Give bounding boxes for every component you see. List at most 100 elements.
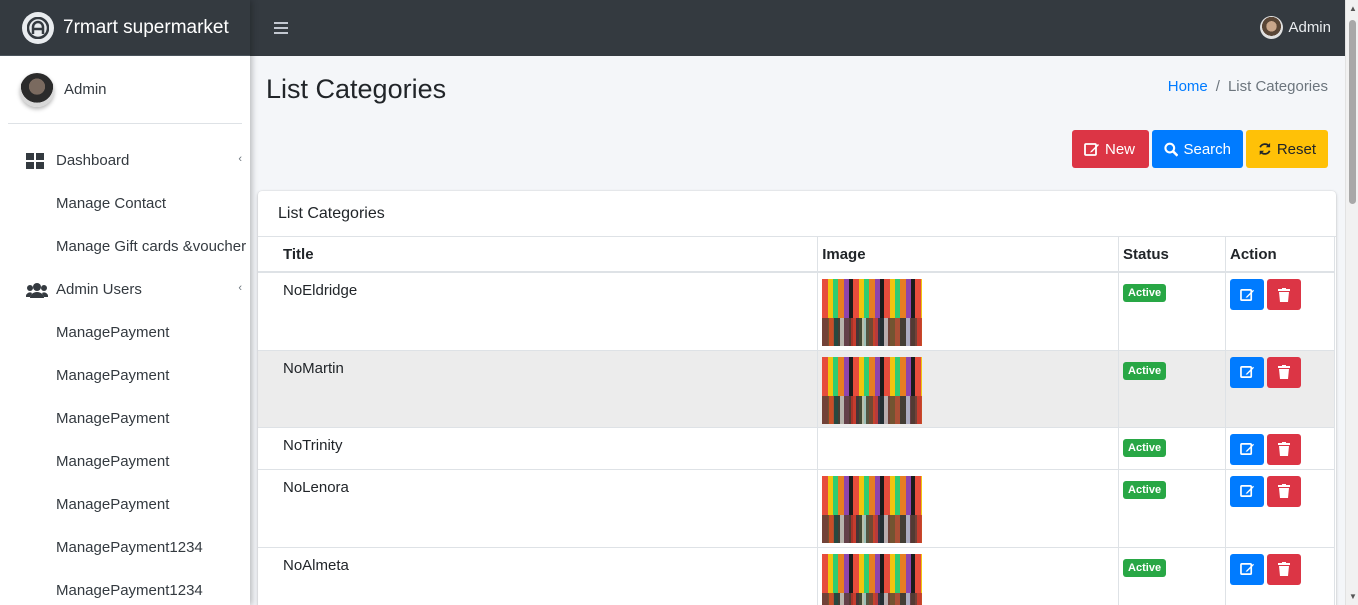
category-thumbnail: [822, 356, 923, 424]
row-image-cell: [817, 468, 1120, 547]
search-button[interactable]: Search: [1152, 130, 1243, 168]
sidebar-user-panel[interactable]: Admin: [8, 56, 242, 124]
sidebar-item-label: Manage Contact: [56, 195, 167, 212]
row-status-cell: Active: [1118, 271, 1226, 350]
breadcrumb-current: List Categories: [1227, 78, 1328, 95]
chevron-left-icon: ‹: [238, 153, 242, 165]
sidebar-item-manage-payment[interactable]: ManagePayment: [0, 354, 250, 397]
sidebar-item-label: Manage Gift cards &voucher: [56, 238, 247, 255]
status-badge[interactable]: Active: [1123, 438, 1167, 457]
breadcrumb-separator: /: [1215, 78, 1220, 95]
trash-icon: [1278, 287, 1290, 302]
users-icon: [26, 281, 48, 299]
row-title: NoLenora: [258, 468, 819, 547]
sidebar-nav: Dashboard ‹ Manage Contact Manage Gift c…: [0, 124, 250, 605]
status-badge[interactable]: Active: [1123, 284, 1167, 302]
edit-icon: [1239, 288, 1254, 301]
sidebar-item-manage-payment[interactable]: ManagePayment: [0, 483, 250, 526]
delete-button[interactable]: [1267, 433, 1301, 465]
scroll-down-arrow-icon[interactable]: ▼: [1349, 592, 1357, 601]
trash-icon: [1278, 562, 1290, 576]
table-row: NoAlmeta Active: [258, 546, 1335, 605]
row-action-cell: [1225, 426, 1335, 469]
sidebar-item-manage-payment-1234[interactable]: ManagePayment1234: [0, 569, 250, 605]
edit-button[interactable]: [1230, 356, 1264, 388]
edit-button[interactable]: [1230, 279, 1264, 310]
brand-link[interactable]: 7rmart supermarket: [0, 0, 250, 56]
column-header-status[interactable]: Status: [1118, 237, 1226, 273]
sidebar-item-manage-payment[interactable]: ManagePayment: [0, 311, 250, 354]
sidebar-user-name: Admin: [64, 81, 107, 98]
reset-button-label: Reset: [1276, 140, 1316, 158]
category-thumbnail: [822, 475, 923, 543]
table-row: NoEldridge Active: [258, 271, 1335, 350]
sidebar-item-manage-gift-cards[interactable]: Manage Gift cards &voucher: [0, 225, 250, 268]
table-header-row: Title Image Status Action: [258, 237, 1335, 273]
sidebar-item-manage-payment[interactable]: ManagePayment: [0, 440, 250, 483]
row-status-cell: Active: [1118, 468, 1226, 547]
edit-icon: [1239, 366, 1254, 378]
sidebar-item-label: ManagePayment: [56, 496, 170, 513]
edit-button[interactable]: [1230, 433, 1264, 465]
hamburger-menu-icon[interactable]: [274, 22, 288, 34]
table-row: NoLenora Active: [258, 468, 1335, 547]
new-button[interactable]: New: [1072, 130, 1149, 168]
status-badge[interactable]: Active: [1123, 361, 1167, 380]
brand-logo-icon: [22, 11, 54, 44]
row-status-cell: Active: [1118, 546, 1226, 605]
sidebar-item-manage-payment-1234[interactable]: ManagePayment1234: [0, 526, 250, 569]
sidebar-item-admin-users[interactable]: Admin Users ‹: [0, 268, 250, 311]
sidebar-item-label: ManagePayment: [56, 367, 170, 384]
category-thumbnail: [822, 553, 923, 605]
row-image-cell: [817, 349, 1120, 427]
row-status-cell: Active: [1118, 349, 1226, 427]
edit-button[interactable]: [1230, 475, 1264, 507]
column-header-title[interactable]: Title: [258, 237, 819, 273]
status-badge[interactable]: Active: [1123, 480, 1167, 499]
sidebar-item-manage-contact[interactable]: Manage Contact: [0, 182, 250, 225]
brand-name: 7rmart supermarket: [63, 16, 229, 38]
row-title: NoMartin: [258, 349, 819, 427]
new-button-label: New: [1105, 140, 1136, 158]
sidebar-item-label: ManagePayment: [56, 324, 170, 341]
top-navbar: Admin: [250, 0, 1345, 56]
page-scrollbar[interactable]: ▲ ▼: [1345, 0, 1358, 605]
edit-button[interactable]: [1230, 553, 1264, 585]
sidebar-item-label: Dashboard: [56, 152, 130, 169]
reset-button[interactable]: Reset: [1246, 130, 1328, 168]
edit-icon: [1239, 485, 1254, 497]
row-status-cell: Active: [1118, 426, 1226, 469]
card-title: List Categories: [258, 191, 1336, 237]
row-action-cell: [1225, 546, 1335, 605]
row-title: NoAlmeta: [258, 546, 819, 605]
sidebar-item-dashboard[interactable]: Dashboard ‹: [0, 139, 250, 182]
table-row: NoMartin Active: [258, 349, 1335, 427]
row-action-cell: [1225, 468, 1335, 547]
chevron-left-icon: ‹: [238, 282, 242, 294]
status-badge[interactable]: Active: [1123, 558, 1167, 577]
top-user-menu[interactable]: Admin: [1260, 16, 1331, 39]
scrollbar-thumb[interactable]: [1349, 20, 1356, 204]
delete-button[interactable]: [1267, 553, 1301, 585]
trash-icon: [1278, 365, 1290, 379]
breadcrumb-home-link[interactable]: Home: [1168, 78, 1208, 95]
search-icon: [1164, 142, 1179, 157]
row-action-cell: [1225, 271, 1335, 350]
page-title: List Categories: [266, 74, 447, 104]
sidebar-item-manage-payment[interactable]: ManagePayment: [0, 397, 250, 440]
scroll-up-arrow-icon[interactable]: ▲: [1349, 4, 1357, 13]
row-image-cell: [817, 426, 1120, 469]
sidebar-item-label: ManagePayment: [56, 410, 170, 427]
delete-button[interactable]: [1267, 279, 1301, 310]
delete-button[interactable]: [1267, 356, 1301, 388]
column-header-image[interactable]: Image: [817, 237, 1120, 273]
sidebar-item-label: ManagePayment: [56, 453, 170, 470]
table-row: NoTrinity Active: [258, 426, 1335, 469]
edit-icon: [1239, 563, 1254, 575]
column-header-action: Action: [1225, 237, 1335, 273]
edit-icon: [1084, 142, 1099, 156]
sidebar-item-label: ManagePayment1234: [56, 539, 203, 556]
trash-icon: [1278, 484, 1290, 498]
sidebar: 7rmart supermarket Admin Dashboard ‹ Man…: [0, 0, 250, 605]
delete-button[interactable]: [1267, 475, 1301, 507]
